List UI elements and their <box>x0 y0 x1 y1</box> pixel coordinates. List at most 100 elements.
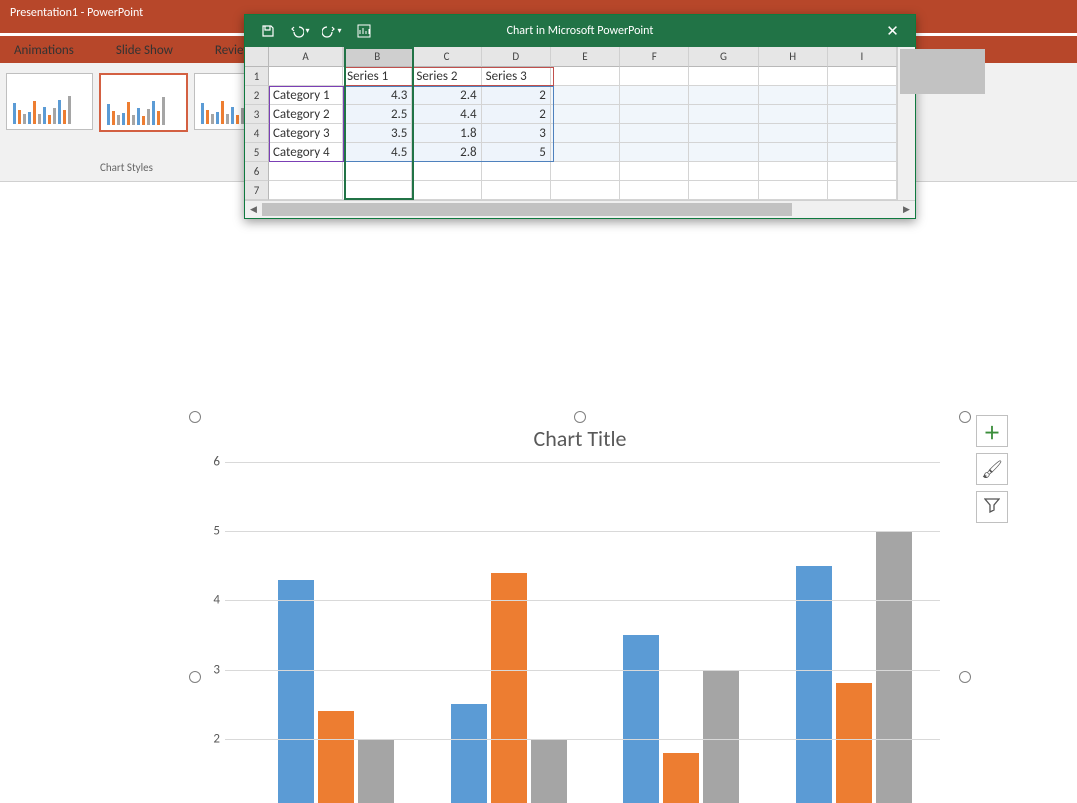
chart-elements-button[interactable]: ＋ <box>976 415 1008 447</box>
cell[interactable]: 4.5 <box>343 143 412 162</box>
cell[interactable] <box>759 105 828 124</box>
cell[interactable] <box>759 162 828 181</box>
cell[interactable] <box>551 105 620 124</box>
cell[interactable] <box>269 67 343 86</box>
cell[interactable]: 2 <box>482 105 551 124</box>
cell[interactable]: 5 <box>482 143 551 162</box>
bar-series-1[interactable] <box>278 580 314 803</box>
cell[interactable] <box>620 181 689 200</box>
chart-style-thumb-2[interactable] <box>99 73 188 132</box>
chart-data-icon[interactable] <box>349 19 379 43</box>
chart-object[interactable]: Chart Title 0123456 Category 1Category 2… <box>195 417 965 803</box>
cell[interactable]: Category 2 <box>269 105 343 124</box>
cell[interactable]: 4.3 <box>343 86 412 105</box>
cell[interactable] <box>551 143 620 162</box>
cell[interactable]: 2.8 <box>412 143 481 162</box>
row-header[interactable]: 5 <box>245 143 269 162</box>
cell[interactable]: 3.5 <box>343 124 412 143</box>
bar-series-1[interactable] <box>623 635 659 803</box>
row-header[interactable]: 6 <box>245 162 269 181</box>
column-header[interactable]: A <box>269 47 343 67</box>
plot-area[interactable]: 0123456 <box>225 462 940 803</box>
cell[interactable] <box>620 67 689 86</box>
row-header[interactable]: 2 <box>245 86 269 105</box>
cell[interactable] <box>620 86 689 105</box>
cell[interactable] <box>689 105 758 124</box>
bar-series-3[interactable] <box>876 531 912 803</box>
row-header[interactable]: 3 <box>245 105 269 124</box>
cell[interactable] <box>689 181 758 200</box>
cell[interactable] <box>759 86 828 105</box>
excel-titlebar[interactable]: ▾ ▾ Chart in Microsoft PowerPoint ✕ <box>245 15 915 47</box>
cell[interactable] <box>828 105 897 124</box>
cell[interactable] <box>689 67 758 86</box>
cell[interactable] <box>828 86 897 105</box>
cell[interactable] <box>620 162 689 181</box>
cell[interactable]: 4.4 <box>412 105 481 124</box>
cell[interactable]: Series 3 <box>482 67 551 86</box>
column-header[interactable]: E <box>551 47 620 67</box>
cell[interactable] <box>689 124 758 143</box>
scroll-left-icon[interactable]: ◀ <box>245 201 262 218</box>
cell[interactable] <box>828 162 897 181</box>
bar-series-1[interactable] <box>451 704 487 803</box>
cell[interactable] <box>551 86 620 105</box>
excel-sheet[interactable]: 1234567 ABCDEFGHI Series 1Series 2Series… <box>245 47 915 200</box>
cell[interactable] <box>482 181 551 200</box>
cell[interactable]: Category 4 <box>269 143 343 162</box>
column-header[interactable]: F <box>620 47 689 67</box>
bar-series-3[interactable] <box>358 739 394 803</box>
cell[interactable] <box>620 143 689 162</box>
cell[interactable] <box>551 162 620 181</box>
bar-group[interactable] <box>768 462 941 803</box>
cell[interactable] <box>759 124 828 143</box>
bar-series-2[interactable] <box>663 753 699 803</box>
cell[interactable] <box>828 67 897 86</box>
cell[interactable] <box>759 143 828 162</box>
column-header[interactable]: B <box>343 47 412 67</box>
select-all-corner[interactable] <box>245 47 269 67</box>
cell[interactable] <box>343 162 412 181</box>
column-header[interactable]: H <box>759 47 828 67</box>
row-header[interactable]: 4 <box>245 124 269 143</box>
redo-icon[interactable]: ▾ <box>317 19 347 43</box>
cell[interactable] <box>551 67 620 86</box>
column-header[interactable]: I <box>828 47 897 67</box>
cell[interactable] <box>828 181 897 200</box>
cell[interactable] <box>412 181 481 200</box>
cell[interactable]: 2.5 <box>343 105 412 124</box>
chart-styles-button[interactable]: 🖌 <box>976 453 1008 485</box>
chart-filter-button[interactable] <box>976 491 1008 523</box>
bar-series-1[interactable] <box>796 566 832 803</box>
cell[interactable] <box>551 124 620 143</box>
cell[interactable] <box>689 86 758 105</box>
cell[interactable] <box>551 181 620 200</box>
cell[interactable] <box>689 162 758 181</box>
bar-series-3[interactable] <box>531 739 567 803</box>
cell[interactable]: 2 <box>482 86 551 105</box>
column-header[interactable]: G <box>689 47 758 67</box>
column-header[interactable]: D <box>482 47 551 67</box>
cell[interactable] <box>828 143 897 162</box>
cell[interactable] <box>759 181 828 200</box>
bar-group[interactable] <box>423 462 596 803</box>
cell[interactable]: 1.8 <box>412 124 481 143</box>
cell[interactable] <box>759 67 828 86</box>
chart-style-thumb-1[interactable] <box>6 73 93 130</box>
cell[interactable]: Category 1 <box>269 86 343 105</box>
bar-series-2[interactable] <box>836 683 872 803</box>
undo-icon[interactable]: ▾ <box>285 19 315 43</box>
bar-series-2[interactable] <box>491 573 527 803</box>
bar-series-3[interactable] <box>703 670 739 803</box>
cell[interactable] <box>343 181 412 200</box>
scroll-right-icon[interactable]: ▶ <box>898 201 915 218</box>
cell[interactable]: Series 2 <box>412 67 481 86</box>
column-header[interactable]: C <box>412 47 481 67</box>
cell[interactable] <box>689 143 758 162</box>
excel-close-button[interactable]: ✕ <box>870 15 915 47</box>
excel-chart-data-window[interactable]: ▾ ▾ Chart in Microsoft PowerPoint ✕ 1234… <box>244 14 916 219</box>
sheet-vertical-scrollbar[interactable] <box>897 47 915 200</box>
cell[interactable] <box>412 162 481 181</box>
cell[interactable]: 3 <box>482 124 551 143</box>
row-header[interactable]: 7 <box>245 181 269 200</box>
